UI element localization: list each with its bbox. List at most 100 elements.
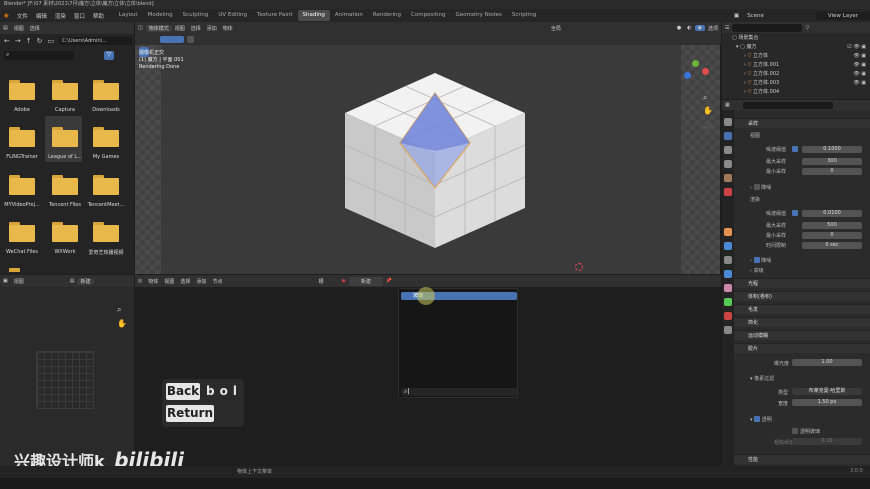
menu-window[interactable]: 窗口: [70, 12, 89, 20]
shading-rendered-icon[interactable]: ◉: [694, 25, 705, 31]
pin-icon[interactable]: 📌: [383, 278, 395, 284]
vp-menu-object[interactable]: 物体: [220, 25, 236, 32]
menu-edit[interactable]: 编辑: [32, 12, 51, 20]
r-noise-threshold-field[interactable]: 0.0100: [802, 210, 862, 217]
folder-label[interactable]: Tencent Files: [44, 202, 86, 208]
pan-hand-icon[interactable]: ✋: [703, 106, 713, 115]
render-noise-threshold-checkbox[interactable]: [792, 210, 798, 216]
folder-label[interactable]: WeChat Files: [1, 249, 43, 255]
chevron-right-icon[interactable]: ›: [744, 62, 746, 68]
modifier-tab-icon[interactable]: [724, 242, 732, 250]
folder-icon[interactable]: [9, 222, 35, 242]
folder-label[interactable]: WXWork: [44, 249, 86, 255]
section-light-paths[interactable]: 光程: [734, 278, 870, 288]
editor-type-icon[interactable]: ◎: [135, 278, 145, 284]
tab-texture-paint[interactable]: Texture Paint: [252, 10, 298, 21]
subsection-transparent[interactable]: ▾ 透明: [750, 415, 772, 423]
editor-type-icon[interactable]: ☰: [722, 25, 732, 31]
folder-icon[interactable]: [9, 175, 35, 195]
material-tab-icon[interactable]: [724, 312, 732, 320]
folder-label[interactable]: 爱奇艺热播视频: [85, 249, 127, 256]
parent-dir-icon[interactable]: ↑: [26, 37, 32, 45]
outliner-search-input[interactable]: [732, 24, 803, 32]
pan-hand-icon[interactable]: ✋: [117, 319, 127, 328]
vp-noise-threshold-field[interactable]: 0.1000: [802, 146, 862, 153]
outliner-item[interactable]: › ▽ 立方体.003 👁 ▣: [722, 79, 870, 88]
zoom-icon[interactable]: ⌕: [703, 93, 707, 103]
exposure-field[interactable]: 1.00: [792, 359, 862, 366]
camera-view-icon[interactable]: 🎥: [703, 121, 713, 130]
section-performance[interactable]: 性能: [734, 454, 870, 464]
object-tab-icon[interactable]: [724, 228, 732, 236]
image-editor-canvas[interactable]: ⌕ ✋: [0, 287, 134, 466]
folder-icon[interactable]: [52, 127, 78, 147]
outliner-root[interactable]: ▢ 场景集合: [722, 34, 870, 43]
visibility-icons[interactable]: 👁 ▣: [853, 61, 866, 70]
image-new-button[interactable]: 新建: [77, 277, 94, 285]
vp-menu-view[interactable]: 视图: [172, 25, 188, 32]
outliner-item[interactable]: › ▽ 立方体.002 👁 ▣: [722, 70, 870, 79]
chevron-right-icon[interactable]: ›: [744, 80, 746, 86]
vp-max-samples-field[interactable]: 300: [802, 158, 862, 165]
subsection-advanced[interactable]: › 高级: [750, 267, 764, 274]
folder-label[interactable]: My Games: [85, 154, 127, 160]
section-volumes[interactable]: 体积(卷积): [734, 291, 870, 301]
folder-icon[interactable]: [52, 222, 78, 242]
scene-name[interactable]: Scene: [743, 13, 768, 19]
folder-icon[interactable]: [93, 175, 119, 195]
node-menu-node[interactable]: 节点: [209, 278, 225, 285]
section-motion-blur[interactable]: 运动模糊: [734, 330, 870, 340]
tool-tab-icon[interactable]: [724, 118, 732, 126]
view-layer-tab-icon[interactable]: [724, 160, 732, 168]
pixel-filter-type-dropdown[interactable]: 布莱克曼-哈里斯: [792, 388, 862, 395]
r-time-limit-field[interactable]: 0 sec: [802, 242, 862, 249]
section-simplify[interactable]: 简化: [734, 317, 870, 327]
image-browse-icon[interactable]: ▤: [67, 278, 78, 284]
folder-icon[interactable]: [93, 80, 119, 100]
forward-arrow-icon[interactable]: →: [15, 37, 21, 45]
folder-icon[interactable]: [52, 175, 78, 195]
back-arrow-icon[interactable]: ←: [4, 37, 10, 45]
select-mode-icon[interactable]: [160, 36, 184, 43]
axis-y-icon[interactable]: [692, 60, 699, 67]
shader-type-dropdown[interactable]: 物体: [145, 278, 161, 285]
world-tab-icon[interactable]: [724, 188, 732, 196]
zoom-icon[interactable]: ⌕: [117, 305, 121, 315]
folder-label[interactable]: League of L...: [44, 154, 86, 160]
node-menu-view[interactable]: 视图: [161, 278, 177, 285]
material-browse-icon[interactable]: ◉: [338, 278, 348, 284]
file-menu-select[interactable]: 选择: [27, 25, 43, 32]
path-field[interactable]: C:\Users\Admin\...: [59, 37, 132, 45]
section-sampling[interactable]: 采样: [734, 118, 870, 128]
visibility-icons[interactable]: 👁 ▣: [853, 79, 866, 88]
transparent-glass-checkbox[interactable]: [792, 428, 798, 434]
outliner-collection[interactable]: ▾ ▢ 魔方 ☑ 👁 ▣: [722, 43, 870, 52]
image-menu-view[interactable]: 视图: [11, 278, 27, 285]
3d-cursor-icon[interactable]: [575, 263, 583, 271]
editor-type-icon[interactable]: ▤: [0, 25, 11, 31]
particles-tab-icon[interactable]: [724, 256, 732, 264]
visibility-icons[interactable]: 👁 ▣: [853, 70, 866, 79]
subsection-denoise[interactable]: › 降噪: [750, 183, 771, 191]
navigation-gizmo[interactable]: [680, 58, 712, 90]
mode-icon[interactable]: [187, 36, 194, 43]
physics-tab-icon[interactable]: [724, 270, 732, 278]
folder-icon[interactable]: [93, 127, 119, 147]
section-film[interactable]: 胶片: [734, 343, 870, 353]
folder-label[interactable]: MYVideoProj...: [1, 202, 43, 208]
axis-x-icon[interactable]: [702, 68, 709, 75]
tab-uv-editing[interactable]: UV Editing: [213, 10, 252, 21]
subsection-pixel-filter[interactable]: ▾ 像素过滤: [750, 375, 774, 382]
node-menu-select[interactable]: 选择: [177, 278, 193, 285]
folder-icon[interactable]: [93, 222, 119, 242]
folder-label[interactable]: Captura: [44, 107, 86, 113]
tab-sculpting[interactable]: Sculpting: [178, 10, 214, 21]
properties-search-input[interactable]: [742, 101, 833, 109]
material-new-button[interactable]: 新建: [348, 276, 383, 286]
data-tab-icon[interactable]: [724, 298, 732, 306]
folder-icon[interactable]: [9, 127, 35, 147]
visibility-icons[interactable]: 👁 ▣: [853, 52, 866, 61]
transform-orientation-dropdown[interactable]: 全局: [548, 25, 564, 32]
scene-tab-icon[interactable]: [724, 174, 732, 182]
folder-label[interactable]: Downloads: [85, 107, 127, 113]
